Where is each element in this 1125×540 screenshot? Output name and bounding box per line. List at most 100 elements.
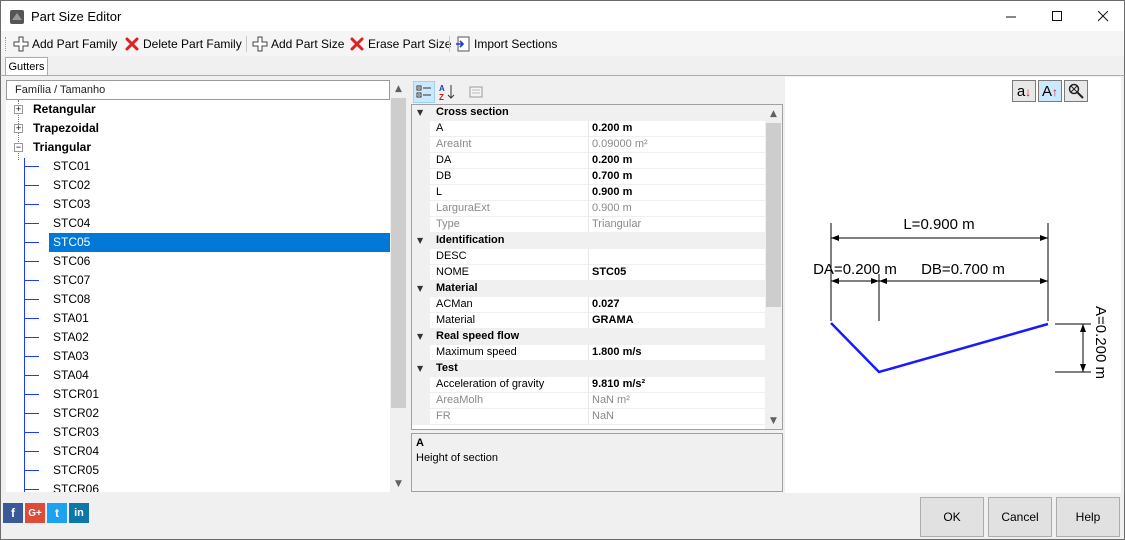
tree-size-node[interactable]: STC08 (6, 290, 390, 309)
property-value[interactable]: 0.200 m (592, 154, 632, 166)
property-value[interactable]: GRAMA (592, 314, 634, 326)
help-button[interactable]: Help (1056, 497, 1120, 537)
property-row[interactable]: Acceleration of gravity 9.810 m/s² (412, 377, 766, 393)
google-plus-icon[interactable]: G+ (25, 503, 45, 523)
facebook-icon[interactable]: f (3, 503, 23, 523)
ok-button[interactable]: OK (920, 497, 984, 537)
column-divider[interactable] (588, 409, 589, 425)
tree-size-node[interactable]: STC04 (6, 214, 390, 233)
tree-size-node[interactable]: STC03 (6, 195, 390, 214)
tree-size-node[interactable]: STC01 (6, 157, 390, 176)
property-category[interactable]: ▼ Real speed flow (412, 329, 766, 345)
tree-size-node[interactable]: STCR04 (6, 442, 390, 461)
property-row[interactable]: LarguraExt 0.900 m (412, 201, 766, 217)
collapse-icon[interactable]: ▼ (417, 364, 423, 373)
property-row[interactable]: L 0.900 m (412, 185, 766, 201)
column-divider[interactable] (588, 121, 589, 137)
tree-size-node[interactable]: STA04 (6, 366, 390, 385)
property-row[interactable]: Maximum speed 1.800 m/s (412, 345, 766, 361)
property-value[interactable]: 9.810 m/s² (592, 378, 645, 390)
property-value[interactable]: Triangular (592, 218, 641, 230)
tree-size-node[interactable]: STC02 (6, 176, 390, 195)
property-category[interactable]: ▼ Identification (412, 233, 766, 249)
tree-scrollbar[interactable]: ▲ ▼ (390, 80, 407, 492)
property-row[interactable]: Type Triangular (412, 217, 766, 233)
add-part-size-button[interactable]: Add Part Size (252, 34, 344, 54)
tree-size-node[interactable]: STC05 (6, 233, 390, 252)
property-value[interactable]: NaN (592, 410, 614, 422)
property-value[interactable]: 1.800 m/s (592, 346, 642, 358)
property-row[interactable]: DB 0.700 m (412, 169, 766, 185)
tree-family-node[interactable]: + Retangular (6, 100, 390, 119)
property-grid[interactable]: ▼ Cross section A 0.200 m AreaInt 0.09000 m² D… (411, 104, 783, 430)
property-row[interactable]: FR NaN (412, 409, 766, 425)
tree-size-node[interactable]: STC07 (6, 271, 390, 290)
tree-size-node[interactable]: STC06 (6, 252, 390, 271)
maximize-button[interactable] (1034, 1, 1080, 32)
scroll-up-icon[interactable]: ▲ (390, 80, 407, 97)
property-row[interactable]: DESC (412, 249, 766, 265)
column-divider[interactable] (588, 249, 589, 265)
tree-column-header[interactable]: Família / Tamanho (6, 80, 390, 100)
tree-scroll-thumb[interactable] (391, 98, 406, 408)
family-size-tree[interactable]: + Retangular + Trapezoidal − Triangular STC01 S… (6, 100, 390, 492)
column-divider[interactable] (588, 265, 589, 281)
collapse-icon[interactable]: ▼ (417, 284, 423, 293)
column-divider[interactable] (588, 169, 589, 185)
column-divider[interactable] (588, 297, 589, 313)
property-row[interactable]: Material GRAMA (412, 313, 766, 329)
close-button[interactable] (1080, 1, 1125, 32)
tab-gutters[interactable]: Gutters (5, 57, 48, 76)
tree-size-node[interactable]: STCR06 (6, 480, 390, 492)
tree-size-node[interactable]: STA03 (6, 347, 390, 366)
property-category[interactable]: ▼ Cross section (412, 105, 766, 121)
tree-size-node[interactable]: STCR02 (6, 404, 390, 423)
property-value[interactable]: 0.900 m (592, 186, 632, 198)
scroll-down-icon[interactable]: ▼ (390, 475, 407, 492)
collapse-icon[interactable]: ▼ (417, 332, 423, 341)
column-divider[interactable] (588, 185, 589, 201)
expand-icon[interactable]: + (14, 124, 23, 133)
column-divider[interactable] (588, 393, 589, 409)
tree-size-node[interactable]: STCR05 (6, 461, 390, 480)
column-divider[interactable] (588, 153, 589, 169)
column-divider[interactable] (588, 137, 589, 153)
erase-part-size-button[interactable]: Erase Part Size (349, 34, 451, 54)
expand-icon[interactable]: + (14, 105, 23, 114)
twitter-icon[interactable]: t (47, 503, 67, 523)
property-row[interactable]: ACMan 0.027 (412, 297, 766, 313)
tree-size-node[interactable]: STA02 (6, 328, 390, 347)
scroll-up-icon[interactable]: ▲ (765, 105, 782, 122)
column-divider[interactable] (588, 377, 589, 393)
delete-part-family-button[interactable]: Delete Part Family (124, 34, 242, 54)
tree-family-node[interactable]: + Trapezoidal (6, 119, 390, 138)
minimize-button[interactable] (988, 1, 1034, 32)
tree-size-node[interactable]: STA01 (6, 309, 390, 328)
toolbar-grip[interactable] (5, 37, 7, 51)
property-row[interactable]: AreaMolh NaN m² (412, 393, 766, 409)
property-value[interactable]: NaN m² (592, 394, 630, 406)
property-grid-scrollbar[interactable]: ▲ ▼ (765, 105, 782, 429)
collapse-icon[interactable]: − (14, 143, 23, 152)
tree-size-node[interactable]: STCR03 (6, 423, 390, 442)
property-value[interactable]: 0.027 (592, 298, 620, 310)
property-row[interactable]: DA 0.200 m (412, 153, 766, 169)
tree-size-node[interactable]: STCR01 (6, 385, 390, 404)
property-category[interactable]: ▼ Test (412, 361, 766, 377)
scroll-down-icon[interactable]: ▼ (765, 412, 782, 429)
import-sections-button[interactable]: Import Sections (455, 34, 557, 54)
property-value[interactable]: 0.700 m (592, 170, 632, 182)
property-row[interactable]: AreaInt 0.09000 m² (412, 137, 766, 153)
tree-family-node[interactable]: − Triangular (6, 138, 390, 157)
column-divider[interactable] (588, 217, 589, 233)
property-value[interactable]: 0.200 m (592, 122, 632, 134)
property-value[interactable]: 0.900 m (592, 202, 632, 214)
property-value[interactable]: 0.09000 m² (592, 138, 648, 150)
cancel-button[interactable]: Cancel (988, 497, 1052, 537)
property-row[interactable]: NOME STC05 (412, 265, 766, 281)
alphabetical-button[interactable]: A Z (436, 81, 458, 103)
categorized-button[interactable] (413, 81, 435, 103)
property-category[interactable]: ▼ Material (412, 281, 766, 297)
property-row[interactable]: A 0.200 m (412, 121, 766, 137)
add-part-family-button[interactable]: Add Part Family (13, 34, 117, 54)
